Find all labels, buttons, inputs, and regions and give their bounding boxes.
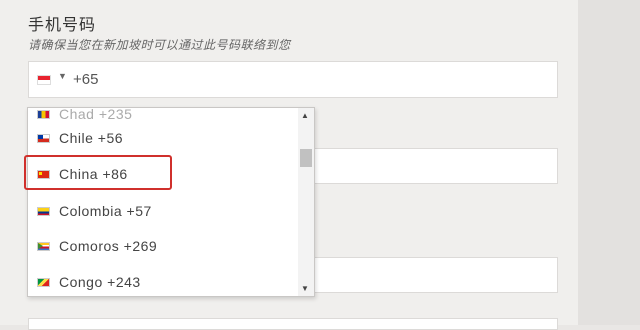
singapore-flag-icon[interactable] [37, 75, 51, 85]
page-margin [578, 0, 640, 325]
country-option-chile[interactable]: Chile +56 [28, 120, 298, 156]
china-highlight-box [24, 155, 172, 190]
congo-flag-icon [37, 277, 50, 287]
phone-field-hint: 请确保当您在新加坡时可以通过此号码联络到您 [28, 38, 291, 52]
country-select-caret-icon[interactable]: ▼ [58, 71, 67, 81]
country-option-colombia[interactable]: Colombia +57 [28, 193, 298, 229]
country-option-label: Comoros +269 [59, 238, 158, 254]
dropdown-scrollbar[interactable]: ▲ ▼ [298, 108, 314, 296]
chile-flag-icon [37, 133, 50, 143]
phone-number-input[interactable]: ▼ +65 [28, 61, 558, 98]
country-code-dropdown[interactable]: Chad +235 Chile +56 China +86 Colombia +… [27, 107, 315, 297]
scroll-down-arrow-icon[interactable]: ▼ [301, 284, 309, 293]
country-option-congo[interactable]: Congo +243 [28, 264, 298, 296]
form-input-4[interactable] [28, 318, 558, 330]
colombia-flag-icon [37, 206, 50, 216]
country-option-label: Colombia +57 [59, 203, 152, 219]
country-option-label: Chile +56 [59, 130, 124, 146]
country-option-label: Congo +243 [59, 274, 141, 290]
phone-field-title: 手机号码 [28, 17, 97, 34]
comoros-flag-icon [37, 241, 50, 251]
chad-flag-icon [37, 109, 50, 119]
scroll-up-arrow-icon[interactable]: ▲ [301, 111, 309, 120]
scrollbar-thumb[interactable] [300, 149, 312, 167]
dial-code-value: +65 [73, 71, 99, 88]
country-option-comoros[interactable]: Comoros +269 [28, 228, 298, 264]
